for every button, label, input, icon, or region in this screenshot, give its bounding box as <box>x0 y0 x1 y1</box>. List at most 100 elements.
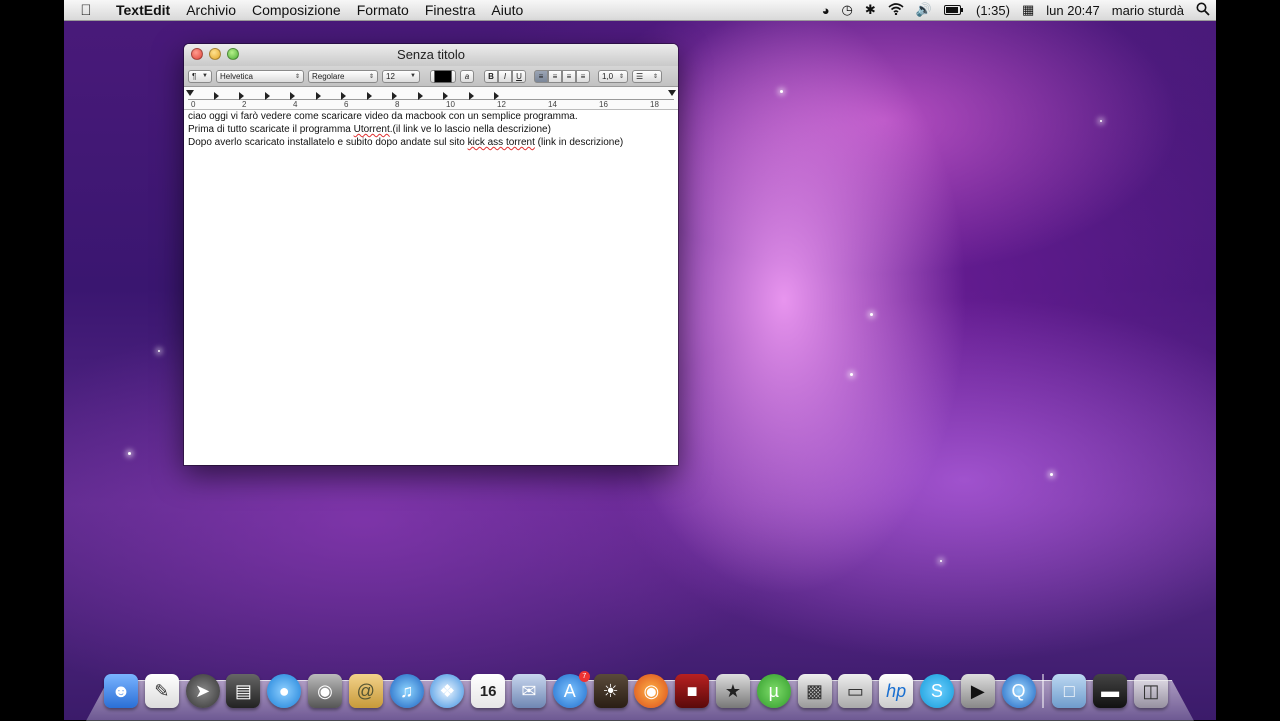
tab-stop[interactable] <box>214 92 219 100</box>
document-line: Dopo averlo scaricato installatelo e sub… <box>188 136 674 149</box>
text-color-swatch <box>434 69 452 83</box>
align-center-button[interactable]: ≡ <box>548 69 562 83</box>
star <box>1100 120 1102 122</box>
menu-archivio[interactable]: Archivio <box>178 2 244 18</box>
font-size-combo[interactable]: 12 ▼ <box>382 69 420 83</box>
image-capture-icon[interactable]: ▩ <box>797 674 832 708</box>
user-menu[interactable]: mario sturdà <box>1106 3 1190 18</box>
photo-booth-icon[interactable]: ■ <box>675 674 710 708</box>
align-left-button[interactable]: ≡ <box>534 69 548 83</box>
firefox-icon[interactable]: ◉ <box>634 674 669 708</box>
keyboard-viewer-icon[interactable]: ▦ <box>1016 2 1040 18</box>
tab-stop[interactable] <box>316 92 321 100</box>
italic-button[interactable]: I <box>498 69 512 83</box>
imovie-icon[interactable]: ★ <box>715 674 750 708</box>
spotlight-search-icon[interactable] <box>1190 2 1216 19</box>
app-store-icon[interactable]: A7 <box>552 671 590 708</box>
text-run: .(il link ve lo lascio nella descrizione… <box>389 124 551 135</box>
dashboard-icon[interactable]: ▤ <box>226 674 261 708</box>
tab-stop[interactable] <box>290 92 295 100</box>
front-row-icon[interactable]: ▭ <box>838 674 873 708</box>
menu-formato[interactable]: Formato <box>349 2 417 18</box>
trash-icon[interactable]: ◫ <box>1133 674 1168 708</box>
utorrent-status-icon[interactable]: ◕ <box>816 3 836 18</box>
itunes-icon[interactable]: ♫ <box>389 674 424 708</box>
mail-icon[interactable]: ✉ <box>511 674 546 708</box>
line-spacing-popup[interactable]: 1,0 ⇕ <box>598 69 628 83</box>
close-button[interactable] <box>191 48 203 60</box>
finder-icon[interactable]: ☻ <box>104 674 138 708</box>
apple-logo-icon[interactable]:  <box>64 2 108 19</box>
volume-icon[interactable]: 🔊 <box>910 2 938 18</box>
tab-stop[interactable] <box>239 92 244 100</box>
font-style-popup[interactable]: Regolare ⇕ <box>308 69 378 83</box>
misspelled-word[interactable]: kick ass torrent <box>468 137 535 148</box>
style-buttons: B I U <box>484 69 526 83</box>
highlight-color-button[interactable]: a <box>460 69 474 83</box>
document-text-area[interactable]: ciao oggi vi farò vedere come scaricare … <box>184 110 678 149</box>
tab-stop[interactable] <box>265 92 270 100</box>
tab-stop[interactable] <box>494 92 499 100</box>
clock[interactable]: lun 20:47 <box>1040 3 1106 18</box>
bold-button[interactable]: B <box>484 69 498 83</box>
menu-bar:  TextEdit Archivio Composizione Formato… <box>64 0 1216 21</box>
skype-icon[interactable]: S <box>919 674 954 708</box>
battery-icon[interactable] <box>938 3 970 18</box>
dvd-player-icon[interactable]: ▶ <box>960 674 995 708</box>
tab-stop[interactable] <box>367 92 372 100</box>
menu-aiuto[interactable]: Aiuto <box>483 2 531 18</box>
star <box>1050 473 1053 476</box>
title-bar[interactable]: Senza titolo <box>184 44 678 66</box>
bluetooth-icon[interactable]: ✱ <box>859 2 882 18</box>
ruler-label: 0 <box>191 100 196 109</box>
downloads-stack-icon[interactable]: ▬ <box>1093 674 1128 708</box>
star <box>870 313 873 316</box>
minimize-button[interactable] <box>209 48 221 60</box>
text-color-button[interactable] <box>430 69 456 83</box>
wifi-icon[interactable] <box>882 2 910 18</box>
align-right-button[interactable]: ≡ <box>562 69 576 83</box>
utorrent-icon[interactable]: µ <box>756 674 791 708</box>
applications-folder-icon[interactable]: □ <box>1052 674 1087 708</box>
underline-button[interactable]: U <box>512 69 526 83</box>
list-bullets-popup[interactable]: ☰ ⇕ <box>632 69 662 83</box>
address-book-icon[interactable]: @ <box>348 674 383 708</box>
hp-printer-icon[interactable]: hp <box>879 674 914 708</box>
ichat-icon[interactable]: ● <box>267 674 302 708</box>
justify-button[interactable]: ≡ <box>576 69 590 83</box>
text-run: Prima di tutto scaricate il programma <box>188 124 354 135</box>
menu-finestra[interactable]: Finestra <box>417 2 484 18</box>
tab-stop[interactable] <box>392 92 397 100</box>
zoom-button[interactable] <box>227 48 239 60</box>
ruler-label: 14 <box>548 100 557 109</box>
iphoto-icon[interactable]: ☀ <box>593 674 628 708</box>
app-menu[interactable]: TextEdit <box>108 2 178 18</box>
ruler-label: 16 <box>599 100 608 109</box>
menu-composizione[interactable]: Composizione <box>244 2 349 18</box>
launchpad-icon[interactable]: ➤ <box>185 674 220 708</box>
time-machine-icon[interactable]: ◷ <box>836 2 859 18</box>
star <box>850 373 853 376</box>
facetime-icon[interactable]: ◉ <box>307 674 342 708</box>
left-margin-marker[interactable] <box>186 90 194 96</box>
ruler-label: 4 <box>293 100 298 109</box>
safari-icon[interactable]: ❖ <box>430 674 465 708</box>
battery-time: (1:35) <box>975 2 1010 18</box>
tab-stop[interactable] <box>443 92 448 100</box>
ruler-label: 8 <box>395 100 400 109</box>
textedit-icon[interactable]: ✎ <box>144 674 179 708</box>
tab-stop[interactable] <box>469 92 474 100</box>
right-margin-marker[interactable] <box>668 90 676 96</box>
ruler-label: 2 <box>242 100 247 109</box>
text-run: Dopo averlo scaricato installatelo e sub… <box>188 137 468 148</box>
font-family-popup[interactable]: Helvetica ⇕ <box>216 69 304 83</box>
tab-stop[interactable] <box>341 92 346 100</box>
quicktime-icon[interactable]: Q <box>1001 674 1036 708</box>
text-run: (link in descrizione) <box>534 137 624 148</box>
tab-stop[interactable] <box>418 92 423 100</box>
misspelled-word[interactable]: Utorrent <box>354 124 390 135</box>
chevron-down-icon: ▼ <box>410 73 416 79</box>
ical-icon[interactable]: 16 <box>471 674 506 708</box>
paragraph-styles-popup[interactable]: ¶ ▼ <box>188 69 212 83</box>
status-area: ◕ ◷ ✱ 🔊 (1:35) ▦ lun 20:47 mario sturdà <box>816 2 1216 19</box>
